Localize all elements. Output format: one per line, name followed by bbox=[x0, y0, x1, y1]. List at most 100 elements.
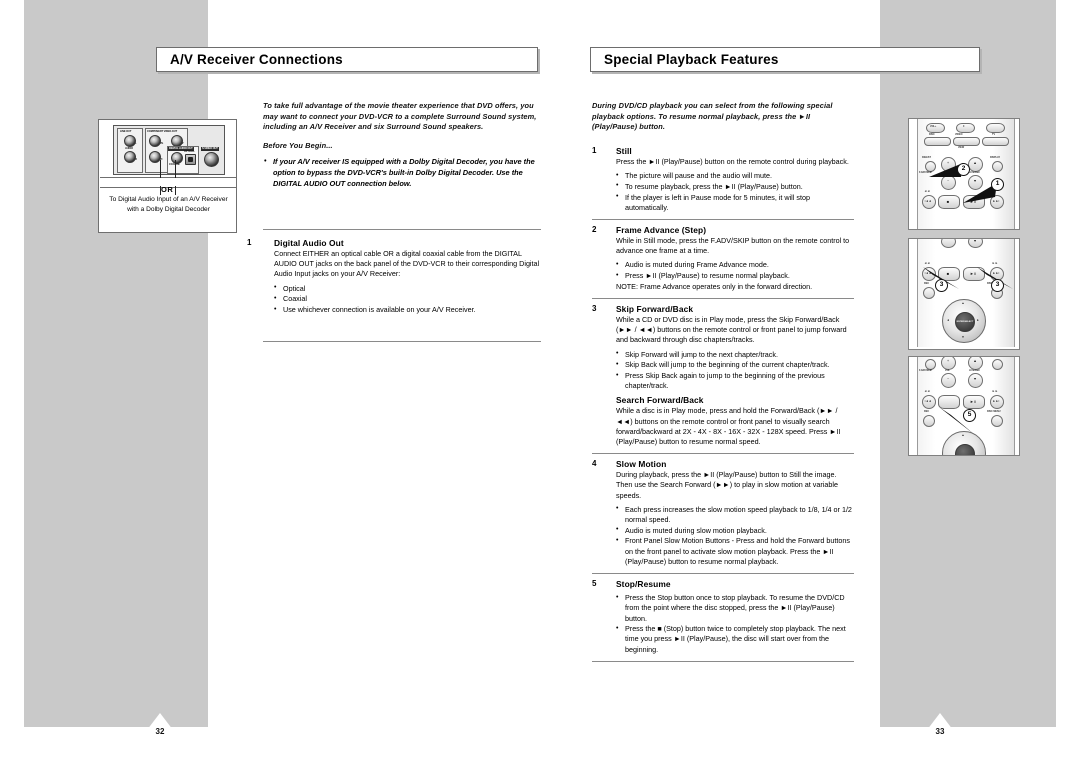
disc-menu-button bbox=[991, 415, 1003, 427]
section-number: 1 bbox=[592, 146, 597, 155]
s-video-jack bbox=[204, 152, 219, 167]
triangle-up-icon: ▲ bbox=[973, 359, 977, 363]
spread-background: A/V Receiver Connections LINE OUT L AUDI… bbox=[24, 0, 1056, 763]
zero-button bbox=[956, 123, 975, 133]
right-intro-block: During DVD/CD playback you can select fr… bbox=[592, 101, 850, 141]
line-out-l-jack bbox=[124, 135, 136, 147]
section-heading: Digital Audio Out bbox=[274, 238, 344, 248]
list-item: If your A/V receiver IS equipped with a … bbox=[263, 157, 541, 189]
divider bbox=[592, 453, 854, 455]
left-intro-block: To take full advantage of the movie thea… bbox=[263, 101, 541, 193]
s-video-out-label: S-VIDEO OUT bbox=[201, 146, 219, 151]
playback-features-list: 1 Still Press the ►II (Play/Pause) butto… bbox=[592, 146, 854, 667]
disc-button bbox=[924, 137, 951, 146]
optical-jack bbox=[185, 154, 196, 165]
enter-select-button bbox=[954, 443, 976, 455]
numbered-block-still: 1 Still Press the ►II (Play/Pause) butto… bbox=[592, 146, 854, 213]
rewind-icon: ◄◄ bbox=[924, 189, 930, 193]
left-margin bbox=[0, 0, 24, 763]
bottom-white-strip bbox=[24, 727, 1056, 763]
section-heading: Still bbox=[616, 146, 632, 156]
rewind-icon: ◄◄ bbox=[924, 389, 930, 393]
dpad-left-icon: ◄ bbox=[946, 318, 950, 322]
triangle-down-icon: ▼ bbox=[973, 239, 977, 243]
search-forward-back-heading: Search Forward/Back bbox=[616, 395, 704, 406]
section-body: While a CD or DVD disc is in Play mode, … bbox=[616, 315, 847, 345]
list-item: To resume playback, press the ►II (Play/… bbox=[616, 181, 854, 192]
list-item: The picture will pause and the audio wil… bbox=[616, 171, 854, 181]
section-number: 4 bbox=[592, 459, 597, 469]
numbered-block-skip: 3 Skip Forward/Back While a CD or DVD di… bbox=[592, 304, 854, 447]
skip-back-icon: I◄◄ bbox=[924, 399, 932, 403]
list-item: Skip Back will jump to the beginning of … bbox=[616, 360, 854, 370]
diagram-caption: To Digital Audio Input of an A/V Receive… bbox=[109, 196, 228, 213]
section-number: 2 bbox=[592, 225, 597, 235]
numbered-block-frame-advance: 2 Frame Advance (Step) While in Still mo… bbox=[592, 225, 854, 292]
section-note: NOTE: Frame Advance operates only in the… bbox=[616, 281, 813, 291]
rear-panel-illustration: LINE OUT L AUDIO R COMPONENT VIDEO-OUT P… bbox=[113, 125, 225, 175]
numbered-block: 1 Digital Audio Out Connect EITHER an op… bbox=[243, 238, 543, 315]
left-rule-top bbox=[263, 229, 541, 230]
left-page-title-box: A/V Receiver Connections bbox=[156, 47, 538, 72]
right-page-title-box: Special Playback Features bbox=[590, 47, 980, 72]
list-item: If the player is left in Pause mode for … bbox=[616, 192, 854, 213]
audio-label: AUDIO bbox=[125, 146, 133, 150]
live-rec-label: LIVE/REC bbox=[969, 369, 981, 372]
vol-label: VOL bbox=[945, 369, 950, 372]
optical-label: OPTICAL bbox=[184, 150, 195, 153]
list-item: Press the ■ (Stop) button twice to compl… bbox=[616, 624, 854, 655]
section-bullets: Press the Stop button once to stop playb… bbox=[616, 593, 854, 655]
section-body: Connect EITHER an optical cable OR a dig… bbox=[274, 249, 540, 279]
optical-leadline bbox=[175, 160, 176, 178]
list-item: Audio is muted during Frame Advance mode… bbox=[616, 260, 854, 270]
before-you-begin-heading: Before You Begin... bbox=[263, 140, 333, 150]
display-label: DISPLAY bbox=[990, 356, 1000, 357]
right-intro-paragraph: During DVD/CD playback you can select fr… bbox=[592, 101, 833, 132]
rec-label: REC bbox=[924, 410, 930, 413]
list-item: Press the Stop button once to stop playb… bbox=[616, 593, 854, 624]
plus-icon: + bbox=[946, 359, 950, 363]
right-margin bbox=[1056, 0, 1080, 763]
section-heading: Frame Advance (Step) bbox=[616, 225, 707, 236]
enter-select-button: ENTER/SELECT bbox=[954, 311, 976, 333]
manual-spread: A/V Receiver Connections LINE OUT L AUDI… bbox=[0, 0, 1080, 763]
section-bullets: The picture will pause and the audio wil… bbox=[616, 171, 854, 213]
skip-forward-icon: ►►I bbox=[992, 399, 1000, 403]
left-intro-paragraph: To take full advantage of the movie thea… bbox=[263, 101, 537, 132]
fadv-skip-label: F.ADV/SKIP bbox=[919, 369, 933, 372]
tv-button bbox=[982, 137, 1009, 146]
right-page-title: Special Playback Features bbox=[604, 52, 779, 67]
remote-illustration-2: ▼ ◄◄ I◄◄ ■ ►II ►► ►►I REC DISC MENU ENTE… bbox=[908, 238, 1020, 350]
section-bullets: Each press increases the slow motion spe… bbox=[616, 504, 854, 567]
section-heading: Stop/Resume bbox=[616, 579, 671, 590]
dpad-right-icon: ► bbox=[976, 318, 980, 322]
disc-menu-label: DISC MENU bbox=[987, 410, 1001, 413]
left-page-title: A/V Receiver Connections bbox=[170, 52, 343, 67]
line-out-l-text: L bbox=[135, 142, 137, 145]
play-pause-icon: ►II bbox=[969, 398, 977, 404]
triangle-down-icon: ▼ bbox=[973, 377, 977, 381]
view-label: VIEW bbox=[958, 146, 965, 149]
line-out-r-jack bbox=[124, 151, 136, 163]
section-heading: Slow Motion bbox=[616, 459, 667, 470]
display-label: DISPLAY bbox=[990, 156, 1001, 159]
callout-badge-1: 1 bbox=[991, 178, 1004, 191]
extra-button bbox=[986, 123, 1005, 133]
list-item: Skip Forward will jump to the next chapt… bbox=[616, 349, 854, 360]
minus-icon: − bbox=[946, 377, 950, 381]
callout-badge-3b: 3 bbox=[991, 279, 1004, 292]
list-item: Press Skip Back again to jump to the beg… bbox=[616, 371, 854, 391]
callout-badge-2: 2 bbox=[957, 163, 970, 176]
search-forward-back-body: While a disc is in Play mode, press and … bbox=[616, 406, 841, 447]
divider bbox=[592, 219, 854, 221]
left-rule-bottom bbox=[263, 341, 541, 342]
remote-illustration-1: VOL+ 0 DISC VIDEO TV VIEW DIGEST F.ADV/S… bbox=[908, 118, 1020, 230]
disc-label: DISC bbox=[929, 133, 935, 136]
section-number: 3 bbox=[592, 304, 597, 314]
dpad-up-icon: ▲ bbox=[961, 301, 965, 305]
list-item: Each press increases the slow motion spe… bbox=[616, 504, 854, 525]
before-you-begin-list: If your A/V receiver IS equipped with a … bbox=[263, 157, 541, 189]
live-rec-label: LIVE/REC bbox=[969, 171, 981, 174]
triangle-up-icon: ▲ bbox=[973, 161, 977, 165]
list-item: Press ►II (Play/Pause) to resume normal … bbox=[616, 271, 854, 281]
